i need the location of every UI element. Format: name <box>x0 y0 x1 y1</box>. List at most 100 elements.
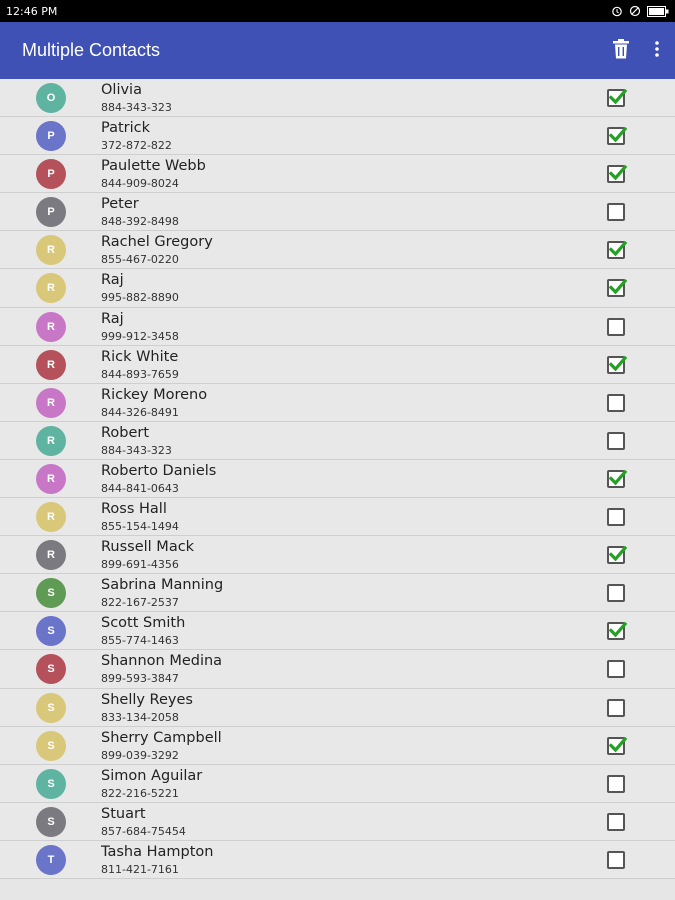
avatar: R <box>36 273 66 304</box>
contact-phone: 822-216-5221 <box>101 786 179 800</box>
trash-icon <box>612 38 630 63</box>
contact-checkbox[interactable] <box>607 622 628 641</box>
more-vert-icon <box>654 40 660 62</box>
app-bar: Multiple Contacts <box>0 22 675 79</box>
contact-checkbox[interactable] <box>607 126 628 146</box>
contact-checkbox[interactable] <box>607 469 628 488</box>
contact-name: Rachel Gregory <box>101 234 213 251</box>
avatar: S <box>36 692 66 723</box>
list-item[interactable]: R Robert 884-343-323 <box>0 421 675 460</box>
contact-name: Roberto Daniels <box>101 462 217 479</box>
list-item[interactable]: S Sherry Campbell 899-039-3292 <box>0 726 675 765</box>
contact-phone: 899-691-4356 <box>101 558 179 572</box>
contact-phone: 855-467-0220 <box>101 253 179 267</box>
avatar: R <box>36 540 66 571</box>
contact-name: Olivia <box>101 82 142 98</box>
contact-phone: 899-039-3292 <box>101 748 179 762</box>
list-item[interactable]: R Rick White 844-893-7659 <box>0 345 675 384</box>
app-actions <box>603 22 675 79</box>
list-item[interactable]: S Shannon Medina 899-593-3847 <box>0 650 675 689</box>
alarm-icon <box>611 5 623 17</box>
contact-name: Scott Smith <box>101 615 186 632</box>
contact-checkbox[interactable] <box>607 431 625 450</box>
avatar: R <box>36 425 66 456</box>
contact-checkbox[interactable] <box>607 545 628 565</box>
checkmark-icon <box>608 355 628 372</box>
contact-checkbox[interactable] <box>607 317 625 336</box>
contact-phone: 833-134-2058 <box>101 710 179 724</box>
contact-name: Ross Hall <box>101 501 167 518</box>
list-item[interactable]: S Simon Aguilar 822-216-5221 <box>0 764 675 803</box>
contact-checkbox[interactable] <box>607 241 628 260</box>
contact-checkbox[interactable] <box>607 850 625 869</box>
list-item[interactable]: P Paulette Webb 844-909-8024 <box>0 155 675 194</box>
contact-name: Tasha Hampton <box>101 843 214 860</box>
contact-checkbox[interactable] <box>607 508 625 527</box>
checkmark-icon <box>608 545 628 562</box>
contact-checkbox[interactable] <box>607 203 625 222</box>
status-time: 12:46 PM <box>6 4 58 18</box>
list-item[interactable]: S Stuart 857-684-75454 <box>0 802 675 841</box>
list-item[interactable]: R Ross Hall 855-154-1494 <box>0 498 675 537</box>
checkmark-icon <box>608 736 628 752</box>
list-item[interactable]: R Roberto Daniels 844-841-0643 <box>0 459 675 499</box>
avatar: S <box>36 654 66 685</box>
contact-name: Rick White <box>101 348 179 365</box>
contact-phone: 995-882-8890 <box>101 291 179 305</box>
avatar: S <box>36 616 66 647</box>
avatar: T <box>36 844 66 875</box>
contact-checkbox[interactable] <box>607 698 625 717</box>
contact-phone: 844-326-8491 <box>101 405 179 419</box>
contact-checkbox[interactable] <box>607 584 625 603</box>
contact-list[interactable]: O Olivia 884-343-323 P Patrick 372-872-822 P Pa… <box>0 79 675 879</box>
contact-phone: 884-343-323 <box>101 443 172 457</box>
avatar: P <box>36 159 66 190</box>
list-item[interactable]: O Olivia 884-343-323 <box>0 79 675 118</box>
checkmark-icon <box>608 126 628 143</box>
list-item[interactable]: S Scott Smith 855-774-1463 <box>0 612 675 651</box>
contact-phone: 855-154-1494 <box>101 520 179 534</box>
list-item[interactable]: T Tasha Hampton 811-421-7161 <box>0 840 675 879</box>
contact-checkbox[interactable] <box>607 660 625 679</box>
contact-phone: 844-841-0643 <box>101 481 179 495</box>
list-item[interactable]: R Raj 999-912-3458 <box>0 307 675 346</box>
avatar: R <box>36 235 66 266</box>
checkmark-icon <box>608 622 628 638</box>
contact-phone: 844-909-8024 <box>101 177 179 191</box>
contact-checkbox[interactable] <box>607 279 628 298</box>
list-item[interactable]: P Patrick 372-872-822 <box>0 117 675 156</box>
contact-checkbox[interactable] <box>607 812 625 831</box>
contact-name: Sherry Campbell <box>101 729 222 746</box>
contact-checkbox[interactable] <box>607 164 628 184</box>
contact-phone: 899-593-3847 <box>101 672 179 686</box>
contact-checkbox[interactable] <box>607 393 625 412</box>
contact-name: Raj <box>101 310 124 327</box>
list-item[interactable]: R Rachel Gregory 855-467-0220 <box>0 231 675 270</box>
contact-name: Robert <box>101 424 150 441</box>
contact-checkbox[interactable] <box>607 736 628 755</box>
contact-phone: 999-912-3458 <box>101 329 179 343</box>
list-item[interactable]: R Rickey Moreno 844-326-8491 <box>0 383 675 422</box>
contact-checkbox[interactable] <box>607 774 625 793</box>
contact-checkbox[interactable] <box>607 355 628 374</box>
list-item[interactable]: S Shelly Reyes 833-134-2058 <box>0 688 675 727</box>
delete-button[interactable] <box>603 22 639 79</box>
checkmark-icon <box>608 88 628 105</box>
contact-name: Shannon Medina <box>101 653 223 670</box>
list-item[interactable]: R Raj 995-882-8890 <box>0 269 675 308</box>
avatar: P <box>36 197 66 228</box>
avatar: R <box>36 502 66 533</box>
contact-checkbox[interactable] <box>607 88 628 107</box>
no-signal-icon <box>629 5 641 17</box>
list-item[interactable]: S Sabrina Manning 822-167-2537 <box>0 574 675 613</box>
contact-phone: 372-872-822 <box>101 139 172 153</box>
avatar: R <box>36 387 66 418</box>
overflow-menu-button[interactable] <box>639 22 675 79</box>
avatar: R <box>36 463 66 494</box>
contact-phone: 822-167-2537 <box>101 596 179 610</box>
page-title: Multiple Contacts <box>22 40 161 60</box>
list-item[interactable]: R Russell Mack 899-691-4356 <box>0 536 675 575</box>
contact-phone: 884-343-323 <box>101 101 172 114</box>
list-item[interactable]: P Peter 848-392-8498 <box>0 193 675 232</box>
checkmark-icon <box>608 241 628 257</box>
